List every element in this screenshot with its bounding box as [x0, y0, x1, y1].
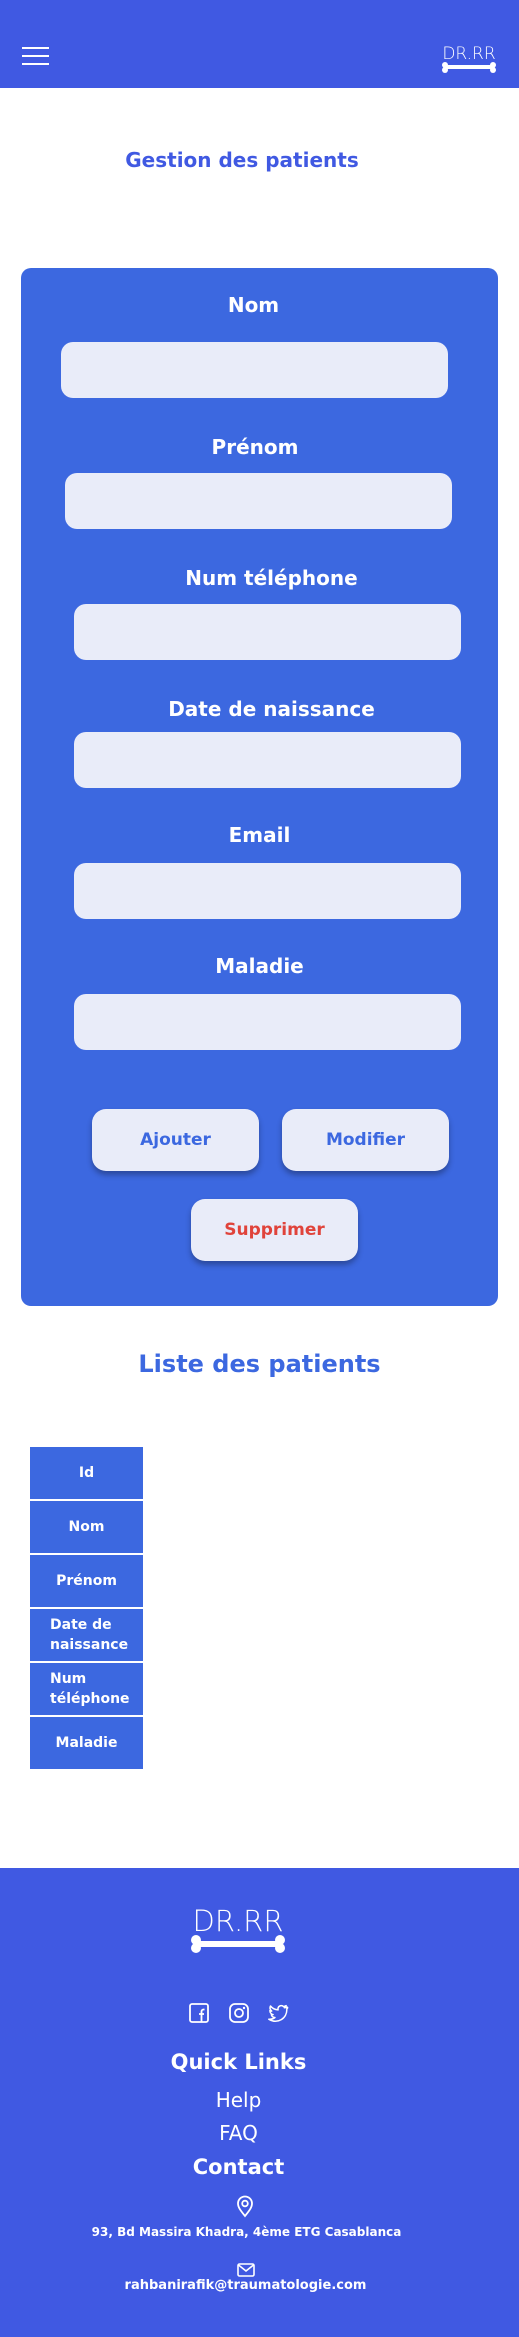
help-link[interactable]: Help [216, 2088, 262, 2112]
label-nom: Nom [227, 293, 280, 317]
contact-title: Contact [192, 2155, 285, 2179]
facebook-icon[interactable] [188, 2002, 210, 2024]
column-header-maladie: Maladie [30, 1717, 143, 1769]
delete-button[interactable]: Supprimer [191, 1199, 358, 1261]
quick-links-title: Quick Links [170, 2050, 307, 2074]
menu-icon[interactable] [22, 47, 49, 67]
label-email: Email [228, 823, 291, 847]
location-pin-icon [237, 2195, 253, 2218]
column-header-prenom: Prénom [30, 1555, 143, 1607]
date-naissance-input[interactable] [74, 732, 461, 788]
label-maladie: Maladie [215, 954, 304, 978]
label-date-naissance: Date de naissance [168, 697, 375, 721]
label-telephone: Num téléphone [185, 566, 358, 590]
nom-input[interactable] [61, 342, 448, 398]
column-header-date-naissance: Date de naissance [30, 1609, 143, 1661]
add-button[interactable]: Ajouter [92, 1109, 259, 1171]
list-title: Liste des patients [138, 1350, 381, 1378]
column-header-telephone: Num téléphone [30, 1663, 143, 1715]
address: 93, Bd Massira Khadra, 4ème ETG Casablan… [91, 2225, 402, 2239]
logo[interactable]: DR.RR [439, 42, 499, 76]
prenom-input[interactable] [65, 473, 452, 529]
svg-text:DR.RR: DR.RR [442, 44, 495, 64]
top-navbar: DR.RR [0, 0, 519, 88]
page-title: Gestion des patients [125, 148, 359, 172]
column-header-nom: Nom [30, 1501, 143, 1553]
maladie-input[interactable] [74, 994, 461, 1050]
twitter-icon[interactable] [267, 2002, 289, 2024]
svg-text:DR.RR: DR.RR [193, 1904, 284, 1938]
quick-links-2: FAQ [0, 2121, 477, 2145]
footer-logo: DR.RR [191, 1904, 285, 1953]
label-prenom: Prénom [211, 435, 299, 459]
faq-link[interactable]: FAQ [219, 2121, 258, 2145]
column-header-id: Id [30, 1447, 143, 1499]
telephone-input[interactable] [74, 604, 461, 660]
quick-links: Help [0, 2088, 477, 2112]
mail-icon [237, 2263, 255, 2277]
email-link[interactable]: rahbanirafik@traumatologie.com [0, 2278, 491, 2293]
email-input[interactable] [74, 863, 461, 919]
edit-button[interactable]: Modifier [282, 1109, 449, 1171]
instagram-icon[interactable] [228, 2002, 250, 2024]
